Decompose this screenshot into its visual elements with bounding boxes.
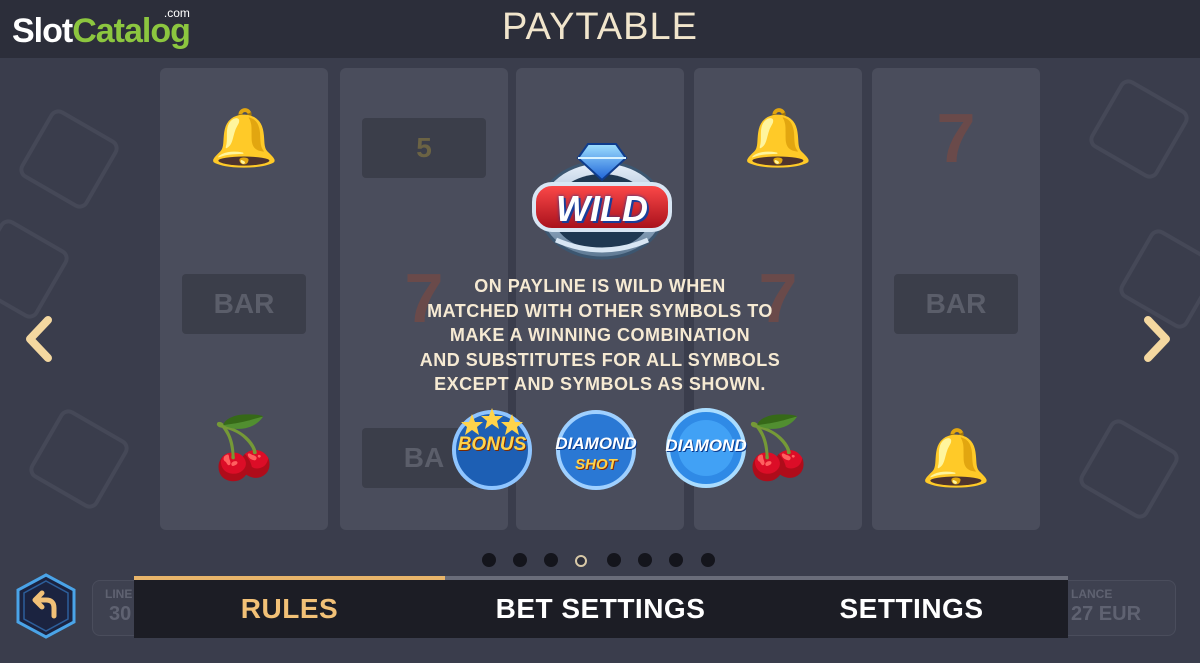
description-line: MAKE A WINNING COMBINATION	[449, 325, 751, 345]
tab-bar: RULES BET SETTINGS SETTINGS	[134, 576, 1068, 638]
diamond-label: DIAMOND	[665, 436, 747, 455]
page-dot[interactable]	[701, 553, 715, 567]
hex-decoration	[0, 215, 73, 323]
hex-decoration	[1075, 415, 1183, 523]
page-dot[interactable]	[482, 553, 496, 567]
page-title: PAYTABLE	[502, 6, 698, 48]
reel: 7 BAR 🔔	[872, 68, 1040, 530]
wild-symbol-badge: WILD	[528, 136, 676, 262]
page-dot-active[interactable]	[575, 555, 587, 567]
bell-symbol: 🔔	[921, 426, 991, 489]
bell-symbol: 🔔	[209, 106, 279, 169]
diamond-shot-label-1: DIAMOND	[555, 434, 637, 453]
tab-rules[interactable]: RULES	[134, 580, 445, 638]
diamond-shot-symbol: DIAMOND SHOT	[548, 404, 644, 490]
tab-settings[interactable]: SETTINGS	[756, 580, 1067, 638]
cherry-symbol: 🍒	[206, 414, 282, 481]
wild-description: ON PAYLINE IS WILD WHEN MATCHED WITH OTH…	[400, 274, 800, 397]
chevron-left-icon[interactable]	[20, 312, 60, 366]
hex-decoration	[15, 105, 123, 213]
description-line: MATCHED WITH OTHER SYMBOLS TO	[427, 300, 773, 321]
bell-symbol: 🔔	[743, 106, 813, 169]
page-dot[interactable]	[638, 553, 652, 567]
page-dot[interactable]	[513, 553, 527, 567]
bonus-symbol: BONUS	[444, 404, 540, 490]
excluded-symbols: BONUS DIAMOND SHOT DIAMOND	[444, 404, 760, 490]
page-indicator	[482, 552, 722, 568]
five-bar-symbol: 5	[362, 118, 486, 178]
page-dot[interactable]	[669, 553, 683, 567]
back-button[interactable]	[14, 572, 78, 640]
hex-decoration	[25, 405, 133, 513]
description-line: AND SUBSTITUTES FOR ALL SYMBOLS	[419, 349, 781, 370]
description-line: ON PAYLINE IS WILD WHEN	[474, 276, 726, 296]
wild-label: WILD	[556, 188, 648, 229]
reel: 🔔 BAR 🍒	[160, 68, 328, 530]
diamond-symbol: DIAMOND	[658, 404, 754, 490]
tab-bet-settings[interactable]: BET SETTINGS	[445, 580, 756, 638]
lines-label: LINE	[105, 587, 133, 601]
hex-decoration	[1085, 75, 1193, 183]
description-line: EXCEPT AND SYMBOLS AS SHOWN.	[434, 374, 766, 394]
back-arrow-icon	[14, 572, 78, 640]
lines-value: 30	[109, 603, 132, 625]
page-dot[interactable]	[544, 553, 558, 567]
balance-value: 27 EUR	[1071, 603, 1142, 625]
diamond-shot-label-2: SHOT	[575, 456, 617, 473]
seven-symbol: 7	[936, 99, 976, 177]
page-dot[interactable]	[607, 553, 621, 567]
chevron-right-icon[interactable]	[1136, 312, 1176, 366]
bonus-label: BONUS	[457, 434, 527, 455]
bar-symbol: BAR	[182, 274, 306, 334]
bar-symbol: BAR	[894, 274, 1018, 334]
balance-label: LANCE	[1071, 587, 1113, 601]
